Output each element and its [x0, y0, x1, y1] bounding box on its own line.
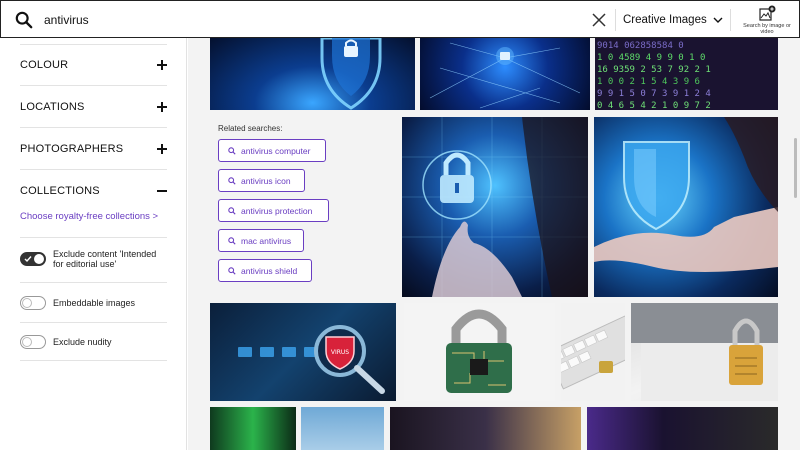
related-search-chip[interactable]: antivirus shield	[218, 259, 312, 282]
related-searches-title: Related searches:	[218, 124, 283, 133]
search-bar: antivirus Creative Images Search by imag…	[0, 0, 800, 38]
related-search-label: antivirus shield	[241, 265, 298, 276]
toggle-label: Exclude nudity	[53, 337, 112, 347]
search-icon[interactable]	[15, 11, 33, 29]
toggle-knob	[22, 337, 32, 347]
keyboard-padlock-image	[561, 313, 625, 390]
laptop-gold-padlock-image	[631, 303, 778, 401]
scrollbar[interactable]	[794, 138, 797, 198]
divider	[20, 237, 167, 238]
divider	[20, 360, 167, 361]
image-type-dropdown[interactable]: Creative Images	[623, 10, 725, 30]
circuit-padlock-image	[446, 309, 512, 393]
filter-sidebar: COLOUR LOCATIONS PHOTOGRAPHERS COLLECTIO…	[0, 38, 187, 450]
image-tile[interactable]	[402, 117, 588, 297]
toggle-label: Exclude content 'Intended for editorial …	[53, 249, 157, 269]
chevron-down-icon	[713, 17, 723, 23]
toggle-embeddable[interactable]: Embeddable images	[20, 296, 167, 310]
virus-magnifier-image: VIRUS	[238, 325, 385, 394]
filter-photographers[interactable]: PHOTOGRAPHERS	[20, 128, 167, 170]
shield-lock-image	[320, 38, 382, 110]
filter-label: LOCATIONS	[20, 100, 85, 113]
toggle-label: Embeddable images	[53, 298, 136, 308]
check-icon	[24, 256, 32, 263]
related-search-chip[interactable]: antivirus icon	[218, 169, 305, 192]
related-search-label: antivirus computer	[241, 145, 311, 156]
toggle-exclude-nudity[interactable]: Exclude nudity	[20, 335, 167, 349]
search-by-image-button[interactable]: Search by image or video	[734, 4, 800, 37]
search-input[interactable]: antivirus	[44, 13, 89, 27]
plus-icon	[157, 59, 167, 70]
image-tile[interactable]	[390, 407, 581, 450]
toggle-switch[interactable]	[20, 335, 46, 349]
toggle-exclude-editorial[interactable]: Exclude content 'Intended for editorial …	[20, 249, 167, 269]
plus-icon	[157, 101, 167, 112]
toggle-switch[interactable]	[20, 296, 46, 310]
image-type-label: Creative Images	[623, 14, 707, 26]
filter-label: COLLECTIONS	[20, 185, 100, 197]
image-tile[interactable]	[594, 117, 778, 297]
clear-search-icon[interactable]	[591, 12, 607, 28]
related-search-label: antivirus protection	[241, 205, 313, 216]
image-tile[interactable]	[631, 303, 778, 401]
related-search-chip[interactable]: mac antivirus	[218, 229, 304, 252]
svg-text:1 0 4589 4 9 9 0 1 0: 1 0 4589 4 9 9 0 1 0	[597, 53, 705, 63]
svg-text:9 9 1 5 0 7 3 9 1 2 4: 9 9 1 5 0 7 3 9 1 2 4	[597, 89, 711, 99]
divider	[20, 322, 167, 323]
search-icon	[228, 266, 236, 275]
hand-touch-padlock-image	[402, 117, 588, 297]
image-tile[interactable]	[404, 303, 555, 401]
filter-label: COLOUR	[20, 58, 69, 71]
filter-collections[interactable]: COLLECTIONS	[20, 170, 167, 212]
collections-link[interactable]: Choose royalty-free collections >	[20, 211, 158, 222]
image-tile[interactable]	[587, 407, 778, 450]
image-tile[interactable]	[561, 303, 625, 401]
hand-holding-shield-image	[594, 117, 778, 272]
toggle-knob	[34, 254, 44, 264]
search-icon	[228, 236, 236, 245]
related-search-label: mac antivirus	[241, 235, 292, 246]
toggle-switch[interactable]	[20, 252, 46, 266]
binary-code-image: 9014 062858584 0 1 0 4589 4 9 9 0 1 0 16…	[597, 41, 711, 110]
divider	[615, 9, 616, 31]
image-tile[interactable]: VIRUS	[210, 303, 396, 401]
minus-icon	[157, 186, 167, 196]
image-tile[interactable]	[420, 38, 590, 110]
divider	[730, 9, 731, 31]
svg-text:1 0 0 2 1 5 4 3 9 6: 1 0 0 2 1 5 4 3 9 6	[597, 77, 700, 87]
related-search-label: antivirus icon	[241, 175, 291, 186]
toggle-knob	[22, 298, 32, 308]
filter-colour[interactable]: COLOUR	[20, 44, 167, 86]
filter-locations[interactable]: LOCATIONS	[20, 86, 167, 128]
plus-icon	[157, 143, 167, 154]
related-search-chip[interactable]: antivirus computer	[218, 139, 326, 162]
related-search-chip[interactable]: antivirus protection	[218, 199, 329, 222]
svg-text:9014 062858584 0: 9014 062858584 0	[597, 41, 684, 51]
network-lock-image	[429, 42, 581, 109]
svg-text:16 9359 2 53 7 92 2 1: 16 9359 2 53 7 92 2 1	[597, 65, 711, 75]
svg-text:0 4 6 5 4 2 1 0 9 7 2: 0 4 6 5 4 2 1 0 9 7 2	[597, 101, 711, 110]
virus-badge-text: VIRUS	[331, 349, 349, 356]
image-tile[interactable]	[301, 407, 384, 450]
divider	[20, 282, 167, 283]
image-tile[interactable]	[210, 407, 296, 450]
image-tile[interactable]: 9014 062858584 0 1 0 4589 4 9 9 0 1 0 16…	[595, 38, 778, 110]
search-icon	[228, 176, 236, 185]
image-tile[interactable]	[210, 38, 415, 110]
image-search-icon	[759, 5, 776, 21]
filter-label: PHOTOGRAPHERS	[20, 142, 124, 155]
search-icon	[228, 146, 236, 155]
search-by-image-label: Search by image or video	[743, 23, 791, 35]
search-icon	[228, 206, 236, 215]
